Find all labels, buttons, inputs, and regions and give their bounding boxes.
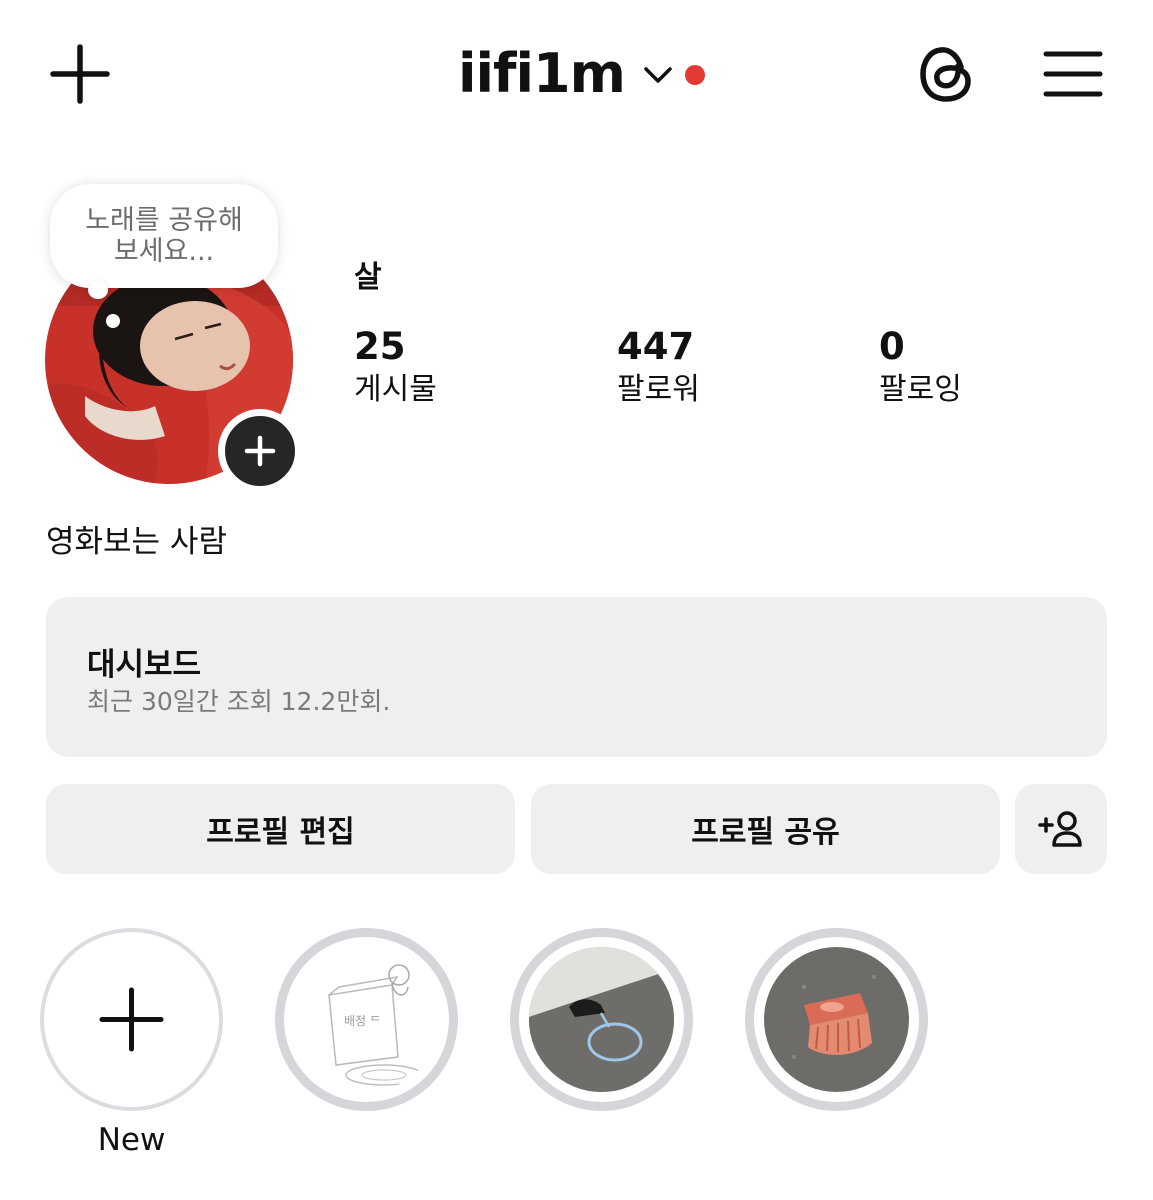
new-highlight-button[interactable] [40, 928, 223, 1111]
threads-button[interactable] [912, 40, 980, 108]
display-name: 살 [354, 260, 382, 295]
stat-value: 0 [879, 325, 905, 368]
discover-people-button[interactable] [1015, 784, 1107, 874]
add-person-icon [1038, 811, 1082, 847]
stat-posts[interactable]: 25 게시물 [354, 326, 437, 410]
plus-icon [50, 44, 110, 104]
highlight-item[interactable] [510, 928, 693, 1111]
stat-value: 25 [354, 325, 406, 368]
note-line-1: 노래를 공유해 [85, 205, 243, 236]
stat-label: 팔로잉 [879, 372, 962, 407]
edit-profile-label: 프로필 편집 [206, 815, 355, 850]
edit-profile-button[interactable]: 프로필 편집 [46, 784, 515, 874]
professional-dashboard[interactable]: 대시보드 최근 30일간 조회 12.2만회. [46, 597, 1107, 757]
new-post-button[interactable] [44, 38, 116, 110]
highlight-shoe-image [529, 947, 674, 1092]
stat-label: 게시물 [354, 372, 437, 407]
svg-text:배정 ᄃ: 배정 ᄃ [344, 1014, 381, 1028]
profile-bio: 영화보는 사람 [46, 524, 227, 560]
note-line-2: 보세요... [113, 236, 215, 267]
share-profile-label: 프로필 공유 [691, 815, 840, 850]
new-highlight-label: New [97, 1122, 166, 1158]
plus-icon [99, 987, 164, 1052]
share-profile-button[interactable]: 프로필 공유 [531, 784, 1000, 874]
threads-icon [920, 47, 971, 102]
username-title: iifi1m [458, 41, 626, 105]
stat-following[interactable]: 0 팔로잉 [879, 326, 962, 410]
add-story-button[interactable] [218, 409, 302, 493]
hamburger-menu-icon [1043, 51, 1103, 97]
dashboard-title: 대시보드 [87, 647, 202, 683]
chevron-down-icon [644, 67, 672, 83]
account-switcher[interactable]: iifi1m [458, 38, 705, 108]
note-bubble[interactable]: 노래를 공유해 보세요... [50, 184, 278, 288]
note-bubble-tail-small [106, 314, 120, 328]
highlight-sketch-image: 배정 ᄃ [294, 947, 439, 1092]
highlight-item[interactable]: 배정 ᄃ [275, 928, 458, 1111]
stat-followers[interactable]: 447 팔로워 [617, 326, 700, 410]
plus-icon [244, 435, 276, 467]
menu-button[interactable] [1038, 44, 1108, 104]
stat-label: 팔로워 [617, 372, 700, 407]
highlight-item[interactable] [745, 928, 928, 1111]
stat-value: 447 [617, 325, 695, 368]
highlight-object-image [764, 947, 909, 1092]
notification-dot [684, 65, 705, 85]
dashboard-subtitle: 최근 30일간 조회 12.2만회. [87, 687, 391, 716]
note-bubble-tail [88, 281, 108, 299]
